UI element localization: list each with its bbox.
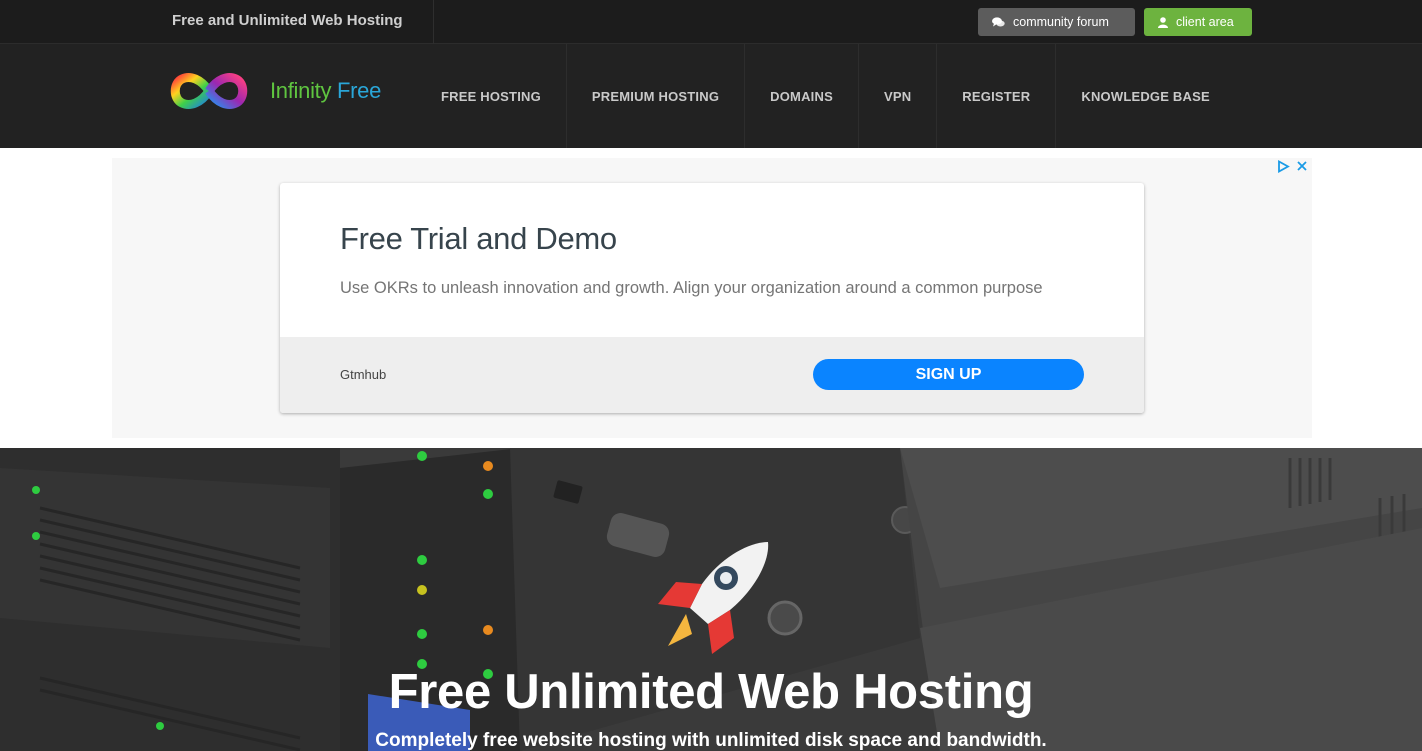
ad-controls — [1277, 160, 1308, 173]
community-forum-button[interactable]: community forum — [978, 8, 1135, 36]
nav-menu: FREE HOSTING PREMIUM HOSTING DOMAINS VPN… — [416, 44, 1235, 148]
client-area-label: client area — [1176, 15, 1234, 29]
ad-description: Use OKRs to unleash innovation and growt… — [340, 279, 1043, 297]
site-tagline: Free and Unlimited Web Hosting — [172, 12, 403, 29]
infinity-logo-icon — [170, 73, 248, 109]
hero-subtitle: Completely free website hosting with unl… — [375, 730, 1047, 751]
adchoices-icon[interactable] — [1277, 160, 1290, 173]
sign-up-button[interactable]: SIGN UP — [813, 359, 1084, 390]
nav-item-vpn[interactable]: VPN — [857, 44, 936, 148]
rocket-icon — [658, 542, 769, 654]
close-ad-icon[interactable] — [1296, 160, 1308, 172]
nav-item-register[interactable]: REGISTER — [936, 44, 1055, 148]
user-icon — [1158, 16, 1168, 28]
logo-word-infinity: Infinity — [270, 78, 332, 103]
ad-advertiser: Gtmhub — [340, 367, 387, 382]
nav-item-free-hosting[interactable]: FREE HOSTING — [416, 44, 566, 148]
main-nav: Infinity Free FREE HOSTING PREMIUM HOSTI… — [0, 44, 1422, 148]
topbar-divider — [433, 0, 434, 44]
hero-title: Free Unlimited Web Hosting — [388, 665, 1034, 719]
ad-card[interactable]: Free Trial and Demo Use OKRs to unleash … — [280, 183, 1144, 413]
hero-section: Free Unlimited Web Hosting Completely fr… — [0, 448, 1422, 751]
nav-item-premium-hosting[interactable]: PREMIUM HOSTING — [565, 44, 744, 148]
ad-title[interactable]: Free Trial and Demo — [340, 221, 617, 257]
ad-container: Free Trial and Demo Use OKRs to unleash … — [112, 158, 1312, 438]
top-bar: Free and Unlimited Web Hosting community… — [0, 0, 1422, 44]
client-area-button[interactable]: client area — [1144, 8, 1252, 36]
comments-icon — [992, 16, 1005, 26]
logo-word-free: Free — [337, 78, 382, 103]
ad-footer: Gtmhub SIGN UP — [280, 337, 1144, 413]
site-logo[interactable]: Infinity Free — [170, 71, 381, 111]
nav-item-domains[interactable]: DOMAINS — [744, 44, 858, 148]
community-forum-label: community forum — [1013, 15, 1109, 29]
nav-item-knowledge-base[interactable]: KNOWLEDGE BASE — [1055, 44, 1234, 148]
logo-wordmark: Infinity Free — [270, 78, 381, 104]
